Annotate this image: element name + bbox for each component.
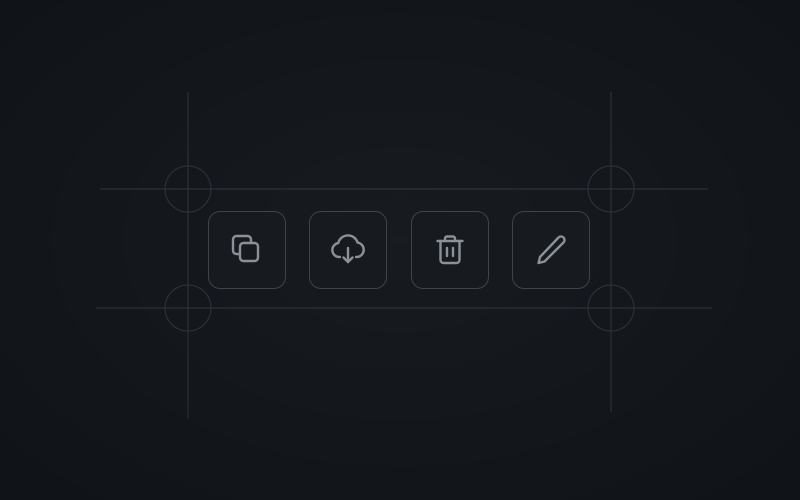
canvas-stage <box>0 0 800 500</box>
pencil-icon <box>537 235 566 265</box>
delete-button[interactable] <box>411 211 489 289</box>
action-toolbar <box>208 211 590 289</box>
trash-icon <box>436 235 464 265</box>
cloud-download-button[interactable] <box>309 211 387 289</box>
edit-button[interactable] <box>512 211 590 289</box>
cloud-download-icon <box>331 234 365 264</box>
copy-icon <box>231 234 260 263</box>
copy-button[interactable] <box>208 211 286 289</box>
